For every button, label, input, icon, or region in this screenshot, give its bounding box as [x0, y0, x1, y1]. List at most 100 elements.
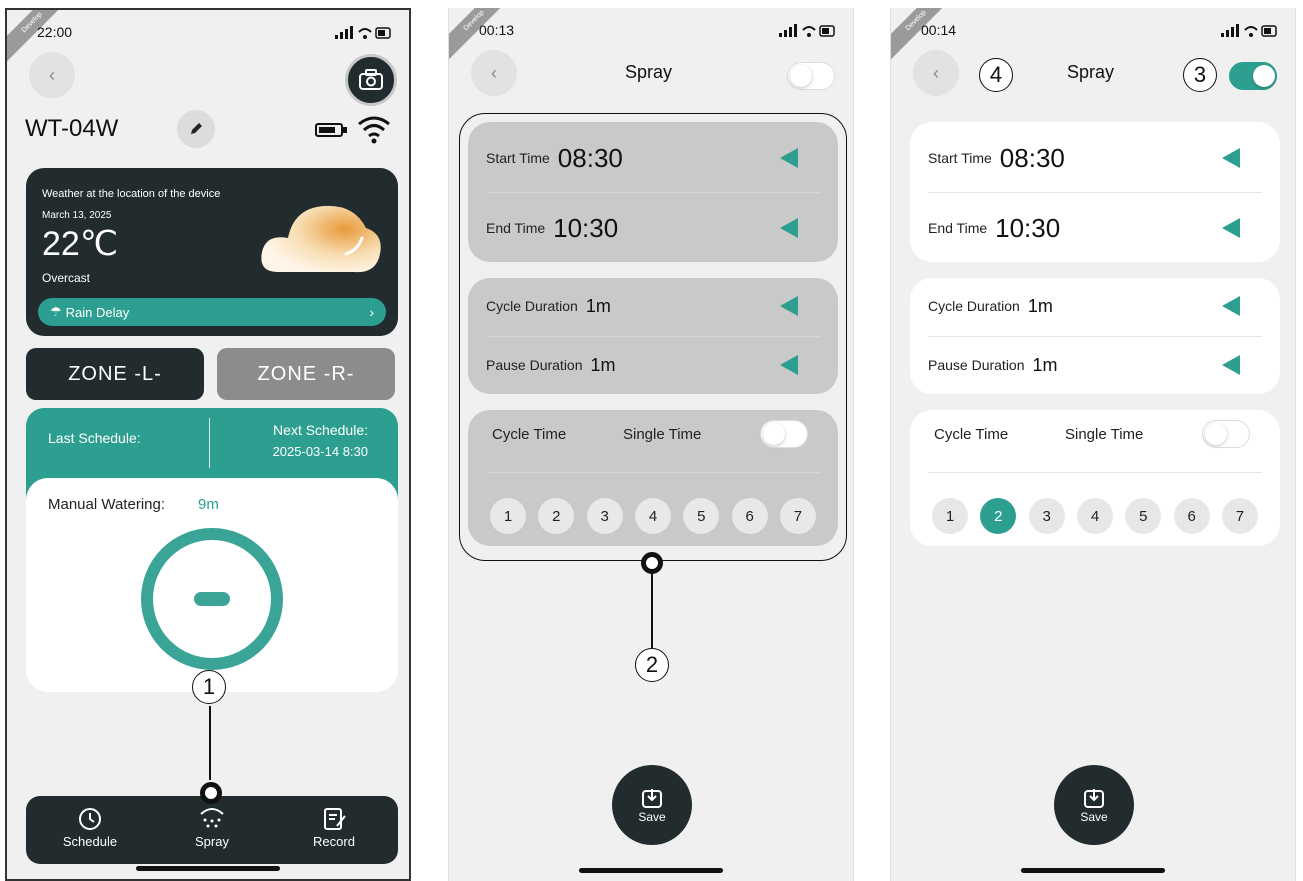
- tab-record[interactable]: Record: [289, 804, 379, 849]
- day-button[interactable]: 6: [1173, 498, 1210, 534]
- manual-watering-label: Manual Watering:: [48, 496, 165, 513]
- day-button[interactable]: 1: [490, 498, 526, 534]
- wifi-icon: [358, 116, 390, 144]
- spray-enable-toggle[interactable]: [1229, 62, 1277, 90]
- chevron-left-icon: ‹: [933, 62, 939, 83]
- pause-duration-value: 1m: [1032, 354, 1058, 375]
- start-time-value: 08:30: [999, 142, 1065, 173]
- next-schedule-label: Next Schedule:: [273, 422, 368, 438]
- phone-home-screen: Develop 22:00 ‹ WT-04W Weather at the lo…: [5, 8, 411, 881]
- callout-dot: [641, 552, 663, 574]
- cloud-icon: [261, 205, 381, 273]
- caret-left-icon: [1222, 296, 1240, 316]
- callout-marker: 4: [979, 58, 1013, 92]
- day-button[interactable]: 4: [1076, 498, 1113, 534]
- repeat-card: Cycle Time Single Time 1 2 3 4 5 6 7: [468, 410, 838, 546]
- manual-watering-card: Manual Watering: 9m: [26, 478, 398, 692]
- day-button[interactable]: 2: [538, 498, 575, 534]
- day-button[interactable]: 7: [779, 498, 816, 534]
- tab-spray-label: Spray: [195, 834, 229, 849]
- caret-left-icon: [780, 148, 798, 168]
- start-time-row[interactable]: Start Time 08:30: [486, 124, 820, 192]
- back-button[interactable]: ‹: [913, 50, 959, 96]
- callout-marker: 2: [635, 648, 669, 682]
- save-button[interactable]: Save: [612, 765, 692, 845]
- caret-left-icon: [1222, 218, 1240, 238]
- pause-duration-row[interactable]: Pause Duration 1m: [928, 331, 1262, 399]
- end-time-row[interactable]: End Time 10:30: [486, 194, 820, 262]
- callout-line: [651, 574, 653, 648]
- divider: [928, 192, 1262, 193]
- status-icons: [779, 24, 835, 37]
- chevron-right-icon: ›: [369, 304, 374, 320]
- status-time: 22:00: [37, 24, 73, 40]
- cycle-duration-value: 1m: [585, 295, 611, 316]
- day-button[interactable]: 7: [1221, 498, 1258, 534]
- day-button[interactable]: 3: [1028, 498, 1065, 534]
- start-time-row[interactable]: Start Time 08:30: [928, 124, 1262, 192]
- day-button[interactable]: 6: [731, 498, 768, 534]
- zone-right-button[interactable]: ZONE -R-: [217, 348, 395, 400]
- weather-temperature: 22℃: [42, 225, 119, 263]
- time-card: Start Time 08:30 End Time 10:30: [910, 122, 1280, 262]
- tab-schedule-label: Schedule: [62, 834, 118, 849]
- mode-toggle[interactable]: [1202, 420, 1250, 448]
- page-title: Spray: [625, 62, 673, 82]
- save-button[interactable]: Save: [1054, 765, 1134, 845]
- day-button-selected[interactable]: 2: [980, 498, 1017, 534]
- save-label: Save: [1080, 810, 1108, 824]
- day-button[interactable]: 4: [634, 498, 671, 534]
- cycle-time-label[interactable]: Cycle Time: [492, 426, 566, 443]
- pause-duration-label: Pause Duration: [928, 357, 1025, 373]
- tab-spray[interactable]: Spray: [167, 804, 257, 849]
- single-time-label[interactable]: Single Time: [623, 426, 701, 443]
- pause-duration-value: 1m: [590, 354, 616, 375]
- cycle-time-label[interactable]: Cycle Time: [934, 426, 1008, 443]
- back-button[interactable]: ‹: [29, 52, 75, 98]
- cloud-rain-icon: ☂: [50, 304, 62, 319]
- zone-left-button[interactable]: ZONE -L-: [26, 348, 204, 400]
- start-time-value: 08:30: [557, 142, 623, 173]
- duration-card: Cycle Duration 1m Pause Duration 1m: [468, 278, 838, 394]
- caret-left-icon: [780, 355, 798, 375]
- mode-toggle[interactable]: [760, 420, 808, 448]
- callout-dot: [200, 782, 222, 804]
- day-button[interactable]: 1: [932, 498, 968, 534]
- single-time-label[interactable]: Single Time: [1065, 426, 1143, 443]
- phone-spray-enabled: Develop 00:14 ‹ 4 Spray 3 Start Time 08:…: [890, 8, 1296, 881]
- start-time-label: Start Time: [928, 150, 992, 166]
- chevron-left-icon: ‹: [49, 64, 55, 85]
- cycle-duration-row[interactable]: Cycle Duration 1m: [928, 272, 1262, 340]
- day-button[interactable]: 3: [586, 498, 623, 534]
- back-button[interactable]: ‹: [471, 50, 517, 96]
- repeat-card: Cycle Time Single Time 1 2 3 4 5 6 7: [910, 410, 1280, 546]
- callout-line: [209, 706, 211, 780]
- callout-marker: 3: [1183, 58, 1217, 92]
- day-button[interactable]: 5: [1125, 498, 1162, 534]
- schedule-divider: [209, 418, 210, 468]
- end-time-row[interactable]: End Time 10:30: [928, 194, 1262, 262]
- tab-schedule[interactable]: Schedule: [45, 804, 135, 849]
- cycle-duration-row[interactable]: Cycle Duration 1m: [486, 272, 820, 340]
- caret-left-icon: [780, 296, 798, 316]
- save-label: Save: [638, 810, 666, 824]
- toggle-knob: [790, 65, 812, 87]
- caret-left-icon: [1222, 148, 1240, 168]
- stop-watering-button[interactable]: [141, 528, 283, 670]
- home-indicator: [579, 868, 723, 873]
- spray-enable-toggle[interactable]: [787, 62, 835, 90]
- page-title: Spray: [1067, 62, 1115, 82]
- weather-condition: Overcast: [42, 271, 91, 285]
- pause-duration-row[interactable]: Pause Duration 1m: [486, 331, 820, 399]
- device-name: WT-04W: [25, 115, 119, 142]
- day-button[interactable]: 5: [683, 498, 720, 534]
- divider: [486, 472, 820, 473]
- bottom-tab-bar: Schedule Spray Record: [26, 796, 398, 864]
- weather-card: Weather at the location of the device Ma…: [26, 168, 398, 336]
- edit-name-button[interactable]: [177, 110, 215, 148]
- next-schedule-value: 2025-03-14 8:30: [272, 444, 368, 459]
- time-card: Start Time 08:30 End Time 10:30: [468, 122, 838, 262]
- home-indicator: [1021, 868, 1165, 873]
- camera-button[interactable]: [345, 54, 397, 106]
- rain-delay-bar[interactable]: ☂ Rain Delay ›: [38, 298, 386, 326]
